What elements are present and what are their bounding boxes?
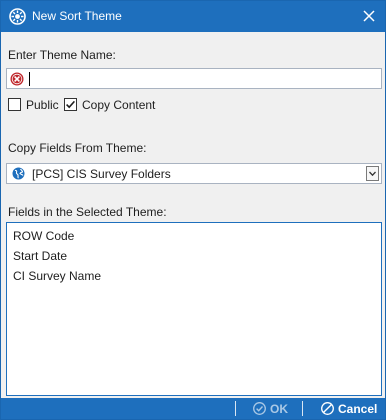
new-sort-theme-dialog: New Sort Theme Enter Theme Name: Public … [0, 0, 386, 420]
footer-divider [235, 401, 236, 416]
chevron-down-icon [369, 171, 376, 177]
list-item[interactable]: ROW Code [13, 229, 381, 249]
dialog-footer: OK Cancel [1, 398, 385, 419]
list-item[interactable]: CI Survey Name [13, 269, 381, 289]
theme-gear-icon [9, 8, 26, 25]
checkmark-icon [66, 100, 75, 109]
globe-icon [12, 167, 25, 180]
public-label: Public [26, 98, 59, 112]
fields-list[interactable]: ROW Code Start Date CI Survey Name [6, 222, 382, 396]
text-caret [29, 72, 30, 86]
check-circle-icon [253, 402, 266, 415]
fields-list-label: Fields in the Selected Theme: [8, 205, 167, 219]
window-title: New Sort Theme [32, 9, 122, 23]
list-item[interactable]: Start Date [13, 249, 381, 269]
copy-fields-dropdown[interactable]: [PCS] CIS Survey Folders [6, 163, 382, 184]
cancel-button[interactable]: Cancel [321, 401, 377, 416]
cancel-circle-icon [321, 402, 334, 415]
cancel-label: Cancel [338, 401, 378, 416]
footer-divider [302, 401, 303, 416]
theme-name-input[interactable] [31, 70, 371, 87]
theme-name-label: Enter Theme Name: [8, 48, 116, 62]
theme-name-field[interactable] [6, 68, 382, 89]
error-icon [10, 72, 24, 86]
copy-content-checkbox[interactable] [64, 98, 77, 111]
dropdown-arrow-button[interactable] [366, 166, 379, 181]
ok-button[interactable]: OK [253, 401, 288, 416]
public-checkbox[interactable] [8, 98, 21, 111]
title-bar[interactable]: New Sort Theme [1, 1, 385, 32]
copy-fields-label: Copy Fields From Theme: [8, 141, 147, 155]
selected-theme-value: [PCS] CIS Survey Folders [32, 167, 171, 181]
copy-content-label: Copy Content [82, 98, 156, 112]
close-icon [363, 10, 375, 22]
ok-label: OK [270, 401, 288, 416]
close-button[interactable] [359, 6, 379, 26]
